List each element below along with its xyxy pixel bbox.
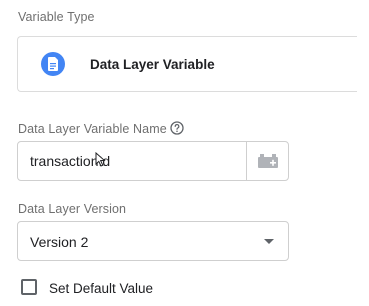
version-select[interactable]: Version 2 bbox=[17, 221, 289, 261]
variable-type-card[interactable]: Data Layer Variable bbox=[17, 36, 357, 92]
chevron-down-icon bbox=[264, 239, 274, 244]
version-selected-value: Version 2 bbox=[30, 234, 89, 250]
variable-picker-icon bbox=[257, 154, 278, 168]
document-icon bbox=[41, 52, 65, 76]
text-cursor-icon bbox=[95, 151, 107, 168]
version-label: Data Layer Version bbox=[18, 202, 127, 216]
variable-name-input[interactable] bbox=[17, 141, 247, 181]
variable-picker-button[interactable] bbox=[246, 141, 289, 181]
variable-type-name: Data Layer Variable bbox=[90, 57, 215, 72]
default-value-checkbox[interactable] bbox=[21, 279, 37, 295]
default-value-label[interactable]: Set Default Value bbox=[49, 281, 153, 296]
variable-configuration-panel: Variable Type Data Layer Variable Data L… bbox=[0, 0, 369, 306]
variable-type-heading: Variable Type bbox=[18, 10, 95, 24]
variable-name-label: Data Layer Variable Name bbox=[18, 122, 167, 136]
help-circle-icon[interactable] bbox=[170, 121, 184, 135]
